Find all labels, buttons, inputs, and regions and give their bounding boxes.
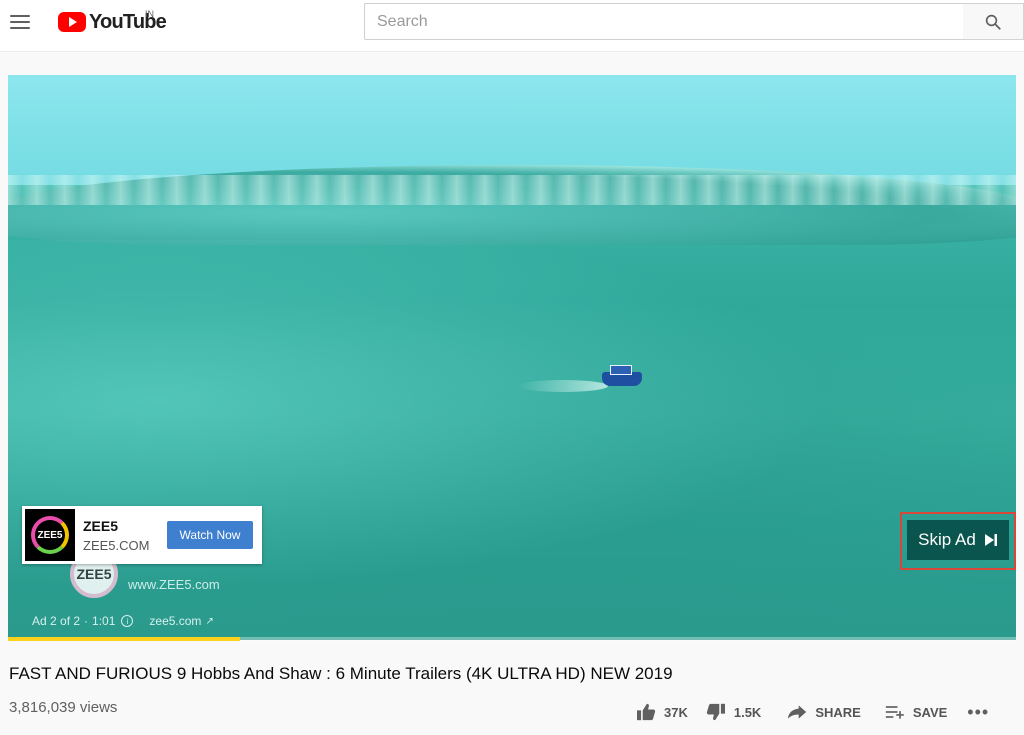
advertiser-domain: ZEE5.COM <box>83 538 150 553</box>
video-player[interactable]: ZEE5 www.ZEE5.com ZEE5 ZEE5 ZEE5.COM Wat… <box>8 75 1016 640</box>
ad-progress-fill <box>8 637 240 641</box>
ad-companion-card[interactable]: ZEE5 ZEE5 ZEE5.COM Watch Now <box>22 506 262 564</box>
youtube-logo[interactable]: YouTube IN <box>58 8 167 36</box>
menu-icon[interactable] <box>10 10 34 34</box>
playlist-add-icon <box>885 706 904 719</box>
advertiser-logo-text: ZEE5 <box>31 516 69 554</box>
boat <box>602 365 642 386</box>
dislike-count: 1.5K <box>733 704 762 720</box>
thumbs-down-icon <box>706 703 725 721</box>
skip-next-icon <box>984 533 998 547</box>
external-link-icon: ↗ <box>205 615 214 627</box>
skip-ad-button[interactable]: Skip Ad <box>907 520 1009 560</box>
advertiser-logo: ZEE5 <box>25 509 75 561</box>
ad-status-bar: Ad 2 of 2 · 1:01 i zee5.com ↗ <box>32 614 214 628</box>
watermark-url: www.ZEE5.com <box>128 576 220 592</box>
thumbs-up-icon <box>637 703 656 721</box>
share-label: SHARE <box>815 704 861 720</box>
like-count: 37K <box>664 704 688 720</box>
ad-separator: · <box>84 614 89 628</box>
ad-link[interactable]: zee5.com <box>149 614 201 628</box>
advertiser-name: ZEE5 <box>83 518 119 534</box>
ad-progress-bar[interactable] <box>8 637 1016 641</box>
share-arrow-icon <box>788 705 807 719</box>
search-button[interactable] <box>963 3 1024 40</box>
ad-time: 1:01 <box>92 614 116 628</box>
ad-position: Ad 2 of 2 <box>32 614 81 628</box>
more-options-button[interactable]: ••• <box>967 702 989 723</box>
youtube-play-icon <box>58 12 86 32</box>
save-label: SAVE <box>912 704 948 720</box>
skip-ad-label: Skip Ad <box>918 530 976 549</box>
search-icon <box>985 14 1001 30</box>
search-input[interactable] <box>365 4 963 39</box>
video-actions: 37K 1.5K SHARE SAVE ••• <box>636 702 989 722</box>
dislike-button[interactable]: 1.5K <box>706 703 761 721</box>
save-button[interactable]: SAVE <box>885 704 947 720</box>
watch-now-button[interactable]: Watch Now <box>167 521 253 549</box>
like-button[interactable]: 37K <box>636 703 688 721</box>
masthead: YouTube IN <box>0 0 1024 52</box>
logo-wordmark: YouTube <box>89 10 167 33</box>
video-frame-foam <box>8 175 1016 205</box>
search-box <box>364 3 964 40</box>
view-count: 3,816,039 views <box>9 699 118 716</box>
boat-wake <box>518 380 608 392</box>
region-code: IN <box>145 9 154 19</box>
info-icon[interactable]: i <box>121 615 134 627</box>
video-title: FAST AND FURIOUS 9 Hobbs And Shaw : 6 Mi… <box>9 664 673 683</box>
share-button[interactable]: SHARE <box>787 704 861 720</box>
